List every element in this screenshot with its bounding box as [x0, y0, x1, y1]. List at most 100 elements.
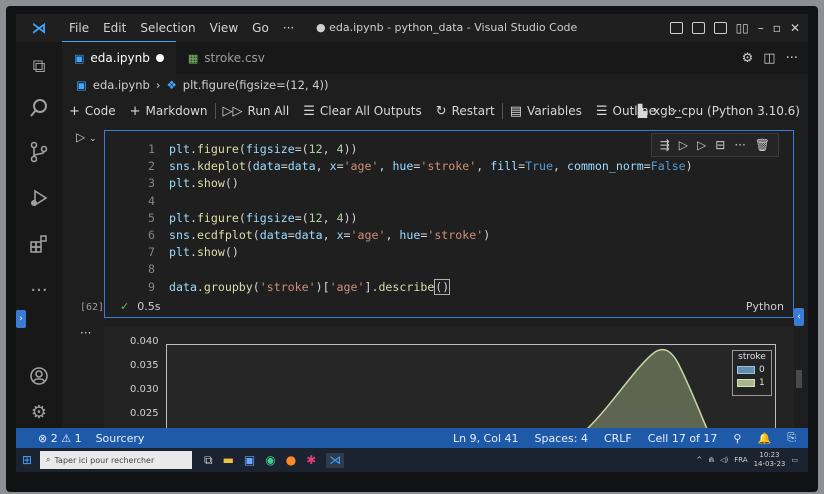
run-debug-icon[interactable]	[27, 186, 51, 210]
activity-bar: ⧉ ··· ⚙	[16, 42, 62, 428]
slack-icon[interactable]: ✱	[306, 453, 316, 468]
minimize-icon[interactable]: –	[758, 21, 764, 35]
menu-go[interactable]: Go	[245, 14, 276, 42]
split-cell-icon[interactable]: ⊟	[715, 138, 725, 152]
notebook-settings-icon[interactable]: ⚙	[742, 51, 754, 66]
search-icon: ⌕	[46, 455, 51, 464]
add-markdown-button[interactable]: + Markdown	[123, 104, 215, 119]
legend-swatch-0	[737, 366, 755, 374]
menu-more[interactable]: ···	[276, 14, 301, 42]
explorer-icon[interactable]: ⧉	[27, 54, 51, 78]
line-number: 6	[148, 228, 155, 243]
store-icon[interactable]: ▣	[244, 453, 255, 468]
code-line: 1 plt.figure(figsize=(12, 4))	[129, 141, 693, 158]
editor-actions: ⚙ ◫ ···	[742, 42, 798, 74]
problems-indicator[interactable]: ⊗ 2 ⚠ 1	[38, 432, 82, 445]
close-icon[interactable]: ✕	[790, 21, 800, 35]
check-icon: ✓	[120, 300, 130, 313]
clock[interactable]: 10:23 14-03-23	[754, 451, 786, 469]
unsaved-dot-icon[interactable]	[155, 54, 164, 62]
indentation[interactable]: Spaces: 4	[535, 432, 588, 445]
toggle-sidebar-icon[interactable]	[669, 22, 683, 34]
delete-cell-icon[interactable]: 🗑	[755, 138, 770, 152]
line-number: 7	[148, 245, 155, 260]
run-all-button[interactable]: ▷▷ Run All	[216, 104, 297, 119]
menu-file[interactable]: File	[62, 14, 96, 42]
menu-view[interactable]: View	[203, 14, 245, 42]
scrollbar-thumb[interactable]	[796, 370, 802, 388]
run-cell-icon[interactable]: ▷	[76, 130, 85, 144]
tray-chevron-icon[interactable]: ^	[696, 456, 702, 464]
tab-stroke-csv[interactable]: ▦ stroke.csv	[176, 42, 277, 74]
notifications-bell-icon[interactable]: 🔔	[757, 432, 771, 445]
taskbar-search[interactable]: ⌕ Taper ici pour rechercher	[40, 451, 192, 469]
feedback-icon[interactable]: ⎘	[787, 431, 796, 445]
clock-date: 14-03-23	[753, 460, 786, 468]
more-views-icon[interactable]: ···	[27, 278, 51, 302]
breadcrumb-file[interactable]: eda.ipynb	[93, 78, 150, 92]
chevron-down-icon[interactable]: ⌄	[89, 134, 97, 144]
windows-start-icon[interactable]: ⊞	[16, 448, 38, 472]
search-icon[interactable]	[27, 96, 51, 120]
language-indicator[interactable]: FRA	[734, 456, 747, 464]
line-number: 9	[148, 279, 155, 294]
output-actions-icon[interactable]: ···	[80, 326, 91, 340]
cell-indicator[interactable]: Cell 17 of 17	[648, 432, 718, 445]
screen: ⋊ File Edit Selection View Go ··· ● eda.…	[16, 14, 808, 472]
notebook-icon: ▣	[76, 78, 87, 92]
collapse-left-icon[interactable]: ›	[16, 310, 26, 328]
breadcrumb-symbol[interactable]: plt.figure(figsize=(12, 4))	[183, 78, 329, 92]
customize-layout-icon[interactable]: ▯▯	[736, 21, 749, 35]
sourcery-status[interactable]: Sourcery	[96, 432, 145, 445]
edge-icon[interactable]: ◉	[265, 453, 275, 468]
network-icon[interactable]: ⋒	[708, 456, 714, 464]
toggle-panel-icon[interactable]	[691, 22, 705, 34]
cell-language[interactable]: Python	[746, 300, 784, 313]
collapse-right-icon[interactable]: ‹	[794, 308, 804, 326]
split-editor-icon[interactable]: ◫	[763, 51, 775, 66]
status-bar: ⊗ 2 ⚠ 1 Sourcery Ln 9, Col 41 Spaces: 4 …	[16, 428, 808, 448]
source-control-icon[interactable]	[27, 140, 51, 164]
cell-more-icon[interactable]: ···	[734, 138, 745, 152]
legend-item: 1	[737, 378, 771, 388]
line-number: 3	[148, 176, 155, 191]
run-all-icon: ▷▷	[222, 103, 243, 119]
notification-center-icon[interactable]: ▭	[791, 456, 798, 464]
toggle-secondary-sidebar-icon[interactable]	[713, 22, 727, 34]
file-explorer-icon[interactable]: ▬	[223, 453, 234, 468]
maximize-icon[interactable]: ▫	[773, 21, 781, 35]
volume-icon[interactable]: ◁)	[720, 456, 728, 464]
variables-icon: ▤	[509, 103, 523, 119]
copilot-icon[interactable]: ⚲	[733, 432, 741, 445]
notebook-icon: ▣	[74, 51, 85, 65]
cursor-position[interactable]: Ln 9, Col 41	[453, 432, 519, 445]
variables-button[interactable]: ▤ Variables	[503, 104, 589, 119]
settings-gear-icon[interactable]: ⚙	[27, 400, 51, 424]
menu-bar: File Edit Selection View Go ···	[62, 14, 301, 42]
execute-below-icon[interactable]: ▷	[697, 138, 706, 152]
code-editor[interactable]: 1 plt.figure(figsize=(12, 4)) 2 sns.kdeplo…	[129, 141, 693, 296]
tab-eda-ipynb[interactable]: ▣ eda.ipynb	[62, 41, 176, 74]
code-cell[interactable]: ⇶ ▷ ▷ ⊟ ··· 🗑 1 plt.figure(figsize=(12, 4…	[104, 130, 794, 318]
kernel-label: xgb_cpu (Python 3.10.6)	[653, 104, 800, 118]
vscode-logo-icon: ⋊	[31, 19, 47, 37]
add-code-button[interactable]: + Code	[62, 104, 123, 119]
firefox-icon[interactable]: ●	[286, 453, 296, 468]
account-icon[interactable]	[27, 364, 51, 388]
task-view-icon[interactable]: ⧉	[204, 453, 213, 468]
line-number: 5	[148, 210, 155, 225]
menu-selection[interactable]: Selection	[133, 14, 202, 42]
legend-label: 0	[759, 365, 765, 375]
kernel-picker[interactable]: ▙ xgb_cpu (Python 3.10.6)	[638, 98, 800, 124]
clear-outputs-label: Clear All Outputs	[319, 104, 422, 118]
vscode-taskbar-icon[interactable]: ⋊	[326, 452, 345, 468]
extensions-icon[interactable]	[27, 232, 51, 256]
line-number: 2	[148, 159, 155, 174]
more-actions-icon[interactable]: ···	[786, 51, 798, 66]
clear-outputs-button[interactable]: ☰ Clear All Outputs	[296, 104, 428, 119]
restart-button[interactable]: ↻ Restart	[429, 104, 502, 119]
y-tick-label: 0.025	[130, 408, 159, 419]
menu-edit[interactable]: Edit	[96, 14, 133, 42]
line-ending[interactable]: CRLF	[604, 432, 632, 445]
code-text: plt.figure(figsize=(12, 4))	[169, 210, 358, 225]
